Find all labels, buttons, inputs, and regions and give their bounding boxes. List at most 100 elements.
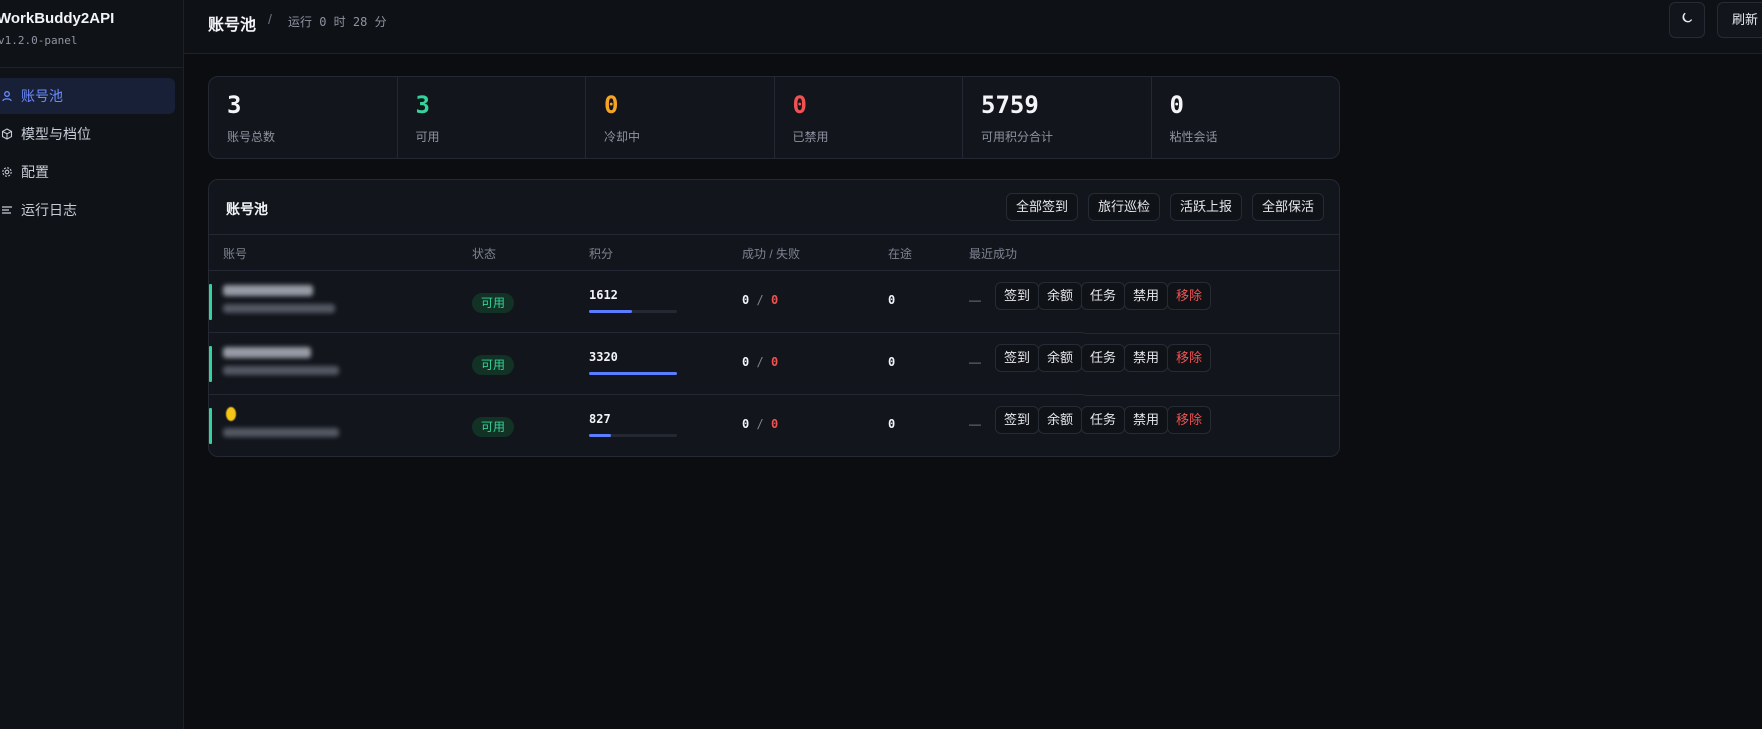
status-accent bbox=[209, 284, 212, 320]
sidebar: WorkBuddy2API v1.2.0-panel 账号池 模型与档位 配置 bbox=[0, 0, 184, 729]
stat-total-points: 5759 可用积分合计 bbox=[963, 77, 1152, 158]
points-bar bbox=[589, 372, 677, 375]
sidebar-item-config[interactable]: 配置 bbox=[0, 154, 175, 190]
sidebar-item-logs[interactable]: 运行日志 bbox=[0, 192, 175, 228]
status-badge: 可用 bbox=[472, 293, 515, 313]
sf-separator: / bbox=[756, 355, 764, 369]
breadcrumb-separator: / bbox=[268, 11, 272, 27]
balance-button[interactable]: 余额 bbox=[1038, 282, 1083, 310]
points-fill bbox=[589, 434, 611, 437]
success-fail: 0 / 0 bbox=[742, 417, 778, 431]
tasks-button[interactable]: 任务 bbox=[1081, 406, 1126, 434]
sidebar-item-label: 账号池 bbox=[21, 88, 63, 104]
tasks-button[interactable]: 任务 bbox=[1081, 344, 1126, 372]
stat-value: 0 bbox=[792, 91, 807, 119]
keepalive-all-button[interactable]: 全部保活 bbox=[1252, 193, 1325, 221]
cube-icon bbox=[0, 127, 14, 141]
theme-toggle-button[interactable] bbox=[1669, 2, 1705, 38]
checkin-button[interactable]: 签到 bbox=[995, 344, 1040, 372]
remove-button[interactable]: 移除 bbox=[1167, 344, 1212, 372]
success-fail: 0 / 0 bbox=[742, 355, 778, 369]
sf-separator: / bbox=[756, 293, 764, 307]
status-accent bbox=[209, 408, 212, 444]
fail-count: 0 bbox=[770, 293, 779, 307]
stat-label: 冷却中 bbox=[604, 130, 641, 144]
runtime-text: 运行 0 时 28 分 bbox=[288, 15, 387, 29]
app-title: WorkBuddy2API bbox=[0, 10, 115, 27]
account-email-redacted bbox=[223, 366, 339, 375]
account-avatar-emoji bbox=[226, 407, 236, 421]
stat-disabled: 0 已禁用 bbox=[775, 77, 963, 158]
points-value: 1612 bbox=[589, 288, 618, 302]
points-value: 827 bbox=[589, 412, 611, 426]
status-badge: 可用 bbox=[472, 417, 515, 437]
points-bar bbox=[589, 434, 677, 437]
disable-button[interactable]: 禁用 bbox=[1124, 406, 1169, 434]
status-accent bbox=[209, 346, 212, 382]
sidebar-item-models[interactable]: 模型与档位 bbox=[0, 116, 175, 152]
balance-button[interactable]: 余额 bbox=[1038, 406, 1083, 434]
list-icon bbox=[0, 203, 14, 217]
account-name-redacted bbox=[223, 285, 313, 296]
activity-report-button[interactable]: 活跃上报 bbox=[1170, 193, 1243, 221]
points-value: 3320 bbox=[589, 350, 618, 364]
points-bar bbox=[589, 310, 677, 313]
disable-button[interactable]: 禁用 bbox=[1124, 344, 1169, 372]
success-count: 0 bbox=[742, 417, 750, 431]
stat-value: 0 bbox=[604, 91, 619, 119]
remove-button[interactable]: 移除 bbox=[1167, 406, 1212, 434]
gear-icon bbox=[0, 165, 14, 179]
refresh-button[interactable]: 刷新 bbox=[1717, 2, 1762, 38]
app-version: v1.2.0-panel bbox=[0, 34, 78, 47]
table-row: 可用 827 0 / 0 0 — 签到 余额 任务 禁用 移除 bbox=[209, 395, 1339, 456]
divider bbox=[209, 234, 1339, 235]
fail-count: 0 bbox=[770, 417, 779, 431]
travel-inspect-button[interactable]: 旅行巡检 bbox=[1088, 193, 1161, 221]
moon-icon bbox=[1680, 11, 1694, 30]
points-fill bbox=[589, 372, 677, 375]
column-header-points: 积分 bbox=[589, 247, 614, 261]
stat-available: 3 可用 bbox=[398, 77, 586, 158]
stat-label: 可用 bbox=[415, 130, 440, 144]
stat-value: 5759 bbox=[981, 91, 1039, 119]
success-count: 0 bbox=[742, 293, 750, 307]
stat-cooling: 0 冷却中 bbox=[586, 77, 775, 158]
app-root: WorkBuddy2API v1.2.0-panel 账号池 模型与档位 配置 bbox=[0, 0, 1762, 729]
table-row: 可用 3320 0 / 0 0 — 签到 余额 任务 禁用 移除 bbox=[209, 333, 1339, 396]
inflight-count: 0 bbox=[888, 355, 896, 369]
checkin-button[interactable]: 签到 bbox=[995, 406, 1040, 434]
sf-separator: / bbox=[756, 417, 764, 431]
sidebar-item-label: 配置 bbox=[21, 164, 49, 180]
inflight-count: 0 bbox=[888, 293, 896, 307]
fail-count: 0 bbox=[770, 355, 779, 369]
account-email-redacted bbox=[223, 428, 339, 437]
stat-value: 0 bbox=[1169, 91, 1184, 119]
stat-total-accounts: 3 账号总数 bbox=[209, 77, 398, 158]
inflight-count: 0 bbox=[888, 417, 896, 431]
account-name-redacted bbox=[223, 347, 311, 358]
stat-label: 账号总数 bbox=[227, 130, 276, 144]
column-header-inflight: 在途 bbox=[888, 247, 913, 261]
top-header: 账号池 / 运行 0 时 28 分 刷新 bbox=[184, 0, 1762, 54]
stat-label: 可用积分合计 bbox=[981, 130, 1054, 144]
user-icon bbox=[0, 89, 14, 103]
disable-button[interactable]: 禁用 bbox=[1124, 282, 1169, 310]
column-header-status: 状态 bbox=[472, 247, 497, 261]
tasks-button[interactable]: 任务 bbox=[1081, 282, 1126, 310]
remove-button[interactable]: 移除 bbox=[1167, 282, 1212, 310]
last-success: — bbox=[969, 293, 981, 307]
sidebar-item-account-pool[interactable]: 账号池 bbox=[0, 78, 175, 114]
stats-bar: 3 账号总数 3 可用 0 冷却中 0 已禁用 5759 可用积分合计 0 粘性… bbox=[208, 76, 1340, 159]
column-header-success-fail: 成功 / 失败 bbox=[742, 247, 801, 261]
column-header-account: 账号 bbox=[223, 247, 248, 261]
checkin-all-button[interactable]: 全部签到 bbox=[1006, 193, 1079, 221]
stat-value: 3 bbox=[227, 91, 242, 119]
account-email-redacted bbox=[223, 304, 335, 313]
checkin-button[interactable]: 签到 bbox=[995, 282, 1040, 310]
balance-button[interactable]: 余额 bbox=[1038, 344, 1083, 372]
column-header-last-success: 最近成功 bbox=[969, 247, 1018, 261]
brand: WorkBuddy2API v1.2.0-panel bbox=[0, 8, 184, 68]
table-row: 可用 1612 0 / 0 0 — 签到 余额 任务 禁用 移除 bbox=[209, 271, 1339, 334]
stat-label: 粘性会话 bbox=[1169, 130, 1218, 144]
points-fill bbox=[589, 310, 633, 313]
